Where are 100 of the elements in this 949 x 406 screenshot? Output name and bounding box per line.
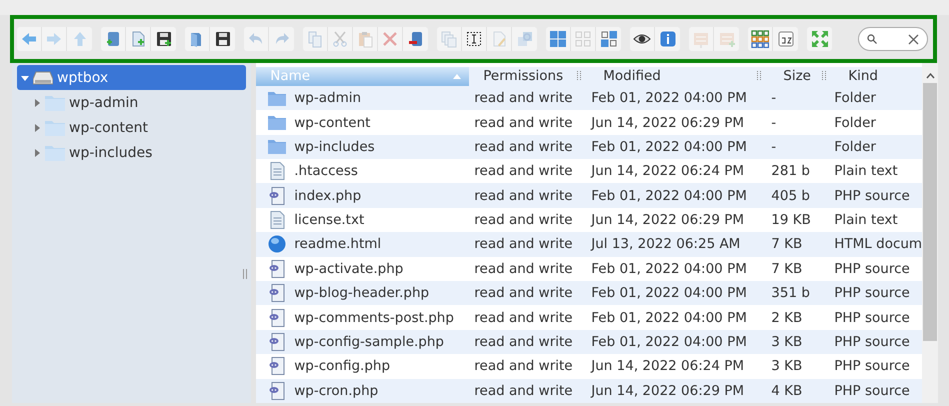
column-header[interactable]: Size — [769, 67, 834, 86]
script-icon — [269, 284, 286, 302]
caret-right-icon[interactable] — [33, 124, 41, 132]
scrollbar[interactable] — [922, 63, 938, 403]
resize-handle-icon[interactable] — [577, 71, 582, 82]
size-cell-text: 3 KB — [770, 358, 804, 374]
kind-cell-text: PHP source — [834, 285, 911, 302]
tree-item[interactable]: wp-admin — [17, 90, 246, 115]
size-cell-text: 281 b — [770, 163, 811, 180]
archive-icon — [692, 30, 710, 48]
name-cell[interactable]: license.txt — [256, 211, 470, 230]
name-cell[interactable]: readme.html — [256, 235, 470, 254]
file-name: wp-comments-post.php — [294, 310, 454, 326]
drive-icon — [33, 70, 53, 84]
caret-down-icon[interactable] — [21, 74, 29, 82]
name-cell[interactable]: wp-comments-post.php — [256, 308, 470, 327]
permissions-cell-text: read and write — [473, 212, 574, 228]
invert-grid-icon — [600, 30, 618, 48]
document-icon — [270, 162, 285, 180]
column-header[interactable]: Kind — [834, 67, 922, 86]
name-cell[interactable]: wp-activate.php — [256, 260, 470, 278]
name-cell[interactable]: index.php — [256, 186, 470, 205]
name-cell[interactable]: wp-blog-header.php — [256, 284, 470, 302]
search-field[interactable] — [858, 27, 928, 51]
clipboard-icon — [356, 30, 374, 48]
permissions-cell-text: read and write — [473, 188, 574, 204]
permissions-cell-text: read and write — [473, 163, 574, 180]
modified-cell-text: Feb 01, 2022 04:00 PM — [590, 138, 748, 155]
file-name: wp-content — [294, 114, 370, 130]
modified-cell-text: Jun 14, 2022 06:24 PM — [590, 163, 746, 180]
modified-cell-text: Feb 01, 2022 04:00 PM — [590, 310, 748, 326]
name-cell[interactable]: wp-admin — [256, 90, 470, 106]
modified-cell-text: Feb 01, 2022 04:00 PM — [590, 285, 748, 302]
size-cell-text: - — [770, 114, 778, 130]
sort-ascending-icon — [453, 74, 462, 79]
caret-right-icon[interactable] — [33, 148, 41, 156]
copy-icon — [306, 30, 324, 48]
size-cell-text: 3 KB — [770, 334, 804, 350]
file-name: readme.html — [294, 236, 382, 252]
expand-icon — [810, 30, 828, 48]
modified-cell-text: Jun 14, 2022 06:24 PM — [590, 358, 746, 374]
kind-cell-text: Folder — [834, 114, 877, 130]
resize-handle-icon[interactable] — [822, 71, 826, 82]
kind-cell-text: Folder — [834, 138, 877, 155]
modified-cell-text: Jun 14, 2022 06:29 PM — [590, 382, 746, 399]
file-name: wp-config-sample.php — [294, 334, 444, 350]
script-icon — [269, 333, 286, 352]
pages-icon — [440, 30, 458, 48]
new-folder-icon — [104, 30, 122, 48]
tree-label: wp-admin — [69, 94, 138, 110]
name-cell[interactable]: wp-config.php — [256, 357, 470, 376]
tree-label: wp-content — [69, 120, 148, 136]
column-header[interactable]: Permissions — [469, 67, 590, 86]
caret-right-icon[interactable] — [33, 98, 41, 106]
tree-item[interactable]: wp-content — [17, 115, 246, 140]
kind-cell-text: PHP source — [834, 358, 911, 374]
close-icon[interactable] — [908, 34, 919, 44]
tree-label: wptbox — [57, 70, 108, 86]
file-name: license.txt — [294, 212, 364, 228]
floppy-plus-icon — [154, 30, 172, 48]
kind-cell-text: PHP source — [834, 334, 911, 350]
modified-cell-text: Feb 01, 2022 04:00 PM — [590, 188, 748, 204]
name-cell[interactable]: wp-config-sample.php — [256, 333, 470, 352]
kind-cell-text: PHP source — [834, 310, 911, 326]
column-header[interactable]: Modified — [589, 67, 770, 86]
script-icon — [269, 260, 286, 278]
size-cell-text: 7 KB — [770, 236, 804, 252]
arrow-right-icon — [45, 30, 63, 48]
name-cell[interactable]: .htaccess — [256, 162, 470, 180]
modified-cell-text: Feb 01, 2022 04:00 PM — [590, 334, 748, 350]
document-icon — [270, 211, 285, 230]
script-icon — [269, 186, 286, 205]
modified-cell-text: Jun 14, 2022 06:29 PM — [590, 212, 746, 228]
name-cell[interactable]: wp-includes — [256, 138, 470, 155]
kind-cell-text: PHP source — [834, 382, 911, 399]
name-cell[interactable]: wp-cron.php — [256, 382, 470, 400]
modified-cell-text: Jul 13, 2022 06:25 AM — [590, 236, 742, 252]
search-icon — [867, 34, 877, 44]
size-cell-text: 19 KB — [770, 212, 812, 228]
kind-cell-text: Plain text — [834, 163, 899, 180]
tree-item[interactable]: wp-includes — [17, 140, 246, 165]
tree-item[interactable]: wptbox — [17, 65, 246, 90]
scroll-up-icon[interactable] — [926, 73, 935, 79]
kind-cell-text: PHP source — [834, 188, 911, 204]
scrollbar-thumb[interactable] — [923, 83, 938, 341]
kind-cell: HTML docum — [834, 236, 922, 252]
modified-cell-text: Jun 14, 2022 06:29 PM — [590, 114, 746, 130]
empty-grid-icon — [574, 30, 592, 48]
resize-grip-icon[interactable] — [243, 269, 248, 279]
text-cursor-icon — [465, 30, 483, 48]
folder-icon — [45, 120, 65, 136]
permissions-cell-text: read and write — [473, 114, 574, 130]
name-cell[interactable]: wp-content — [256, 114, 470, 130]
size-cell-text: 4 KB — [770, 382, 804, 399]
size-cell-text: - — [770, 90, 778, 106]
permissions-cell-text: read and write — [473, 138, 574, 155]
file-name: wp-cron.php — [294, 382, 378, 399]
script-icon — [269, 382, 286, 400]
resize-handle-icon[interactable] — [757, 71, 762, 82]
folder-icon — [268, 115, 286, 130]
